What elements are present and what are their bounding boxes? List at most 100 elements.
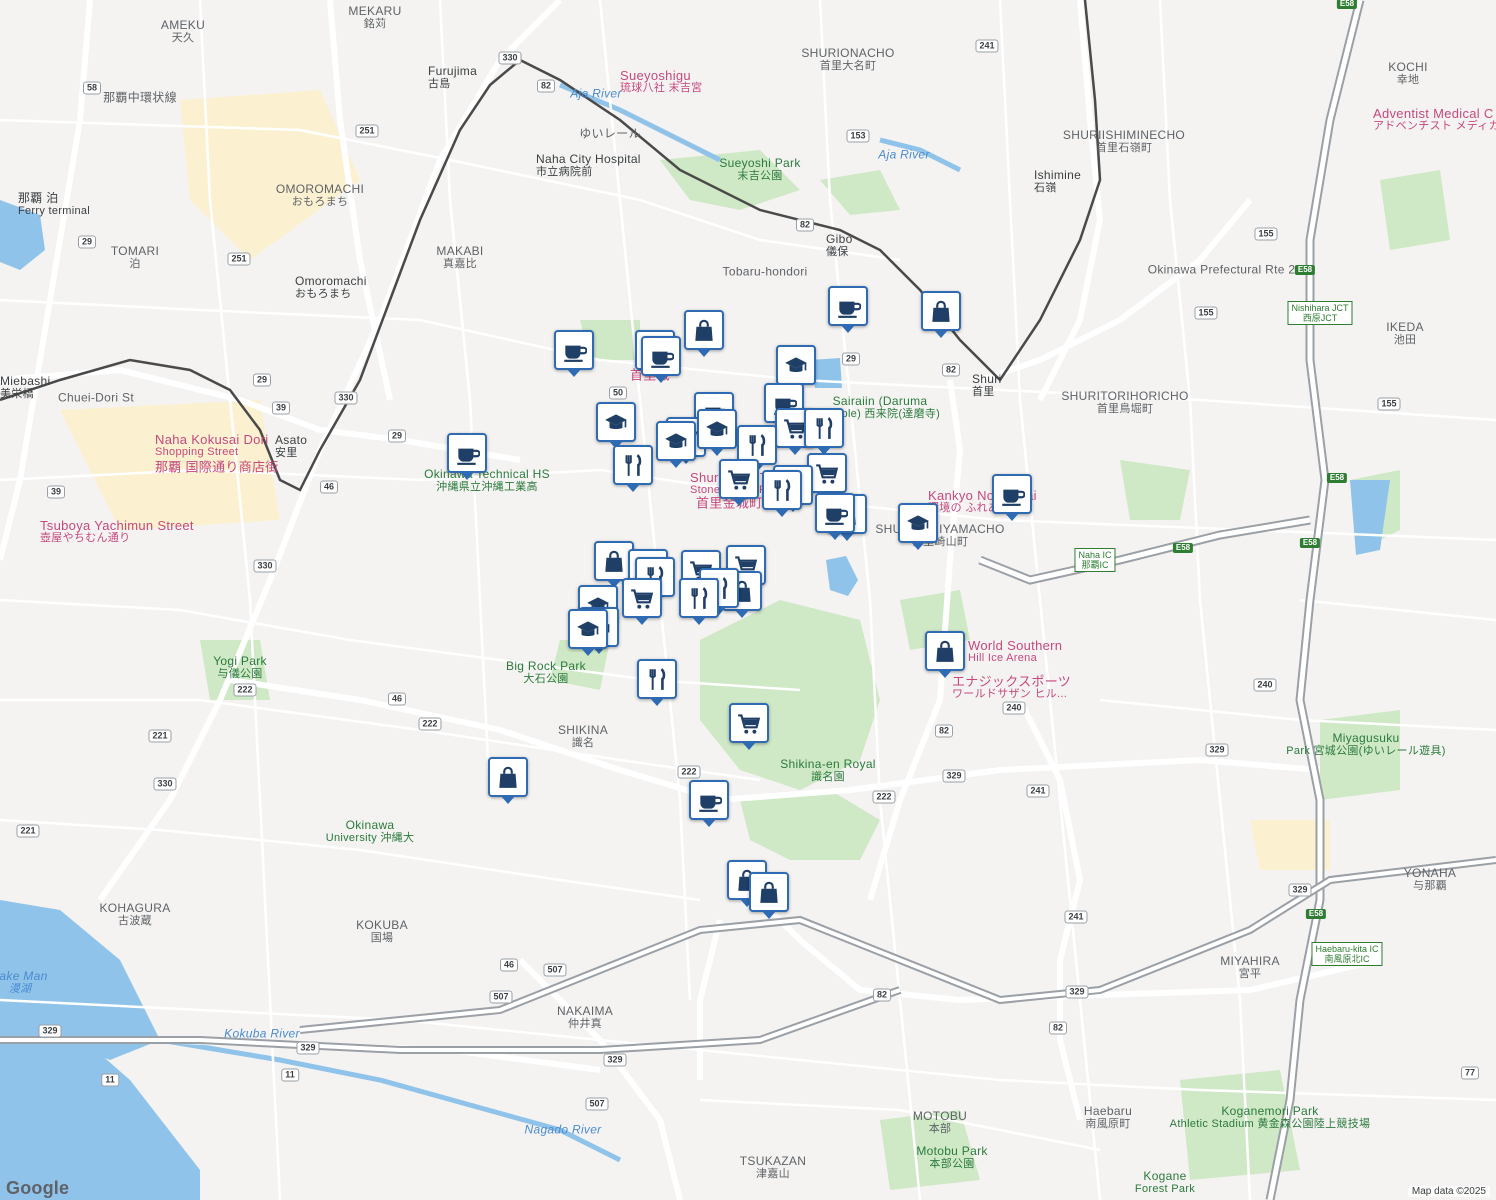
map-label-asato[interactable]: Asato 安里 xyxy=(275,434,307,460)
grocery-marker[interactable] xyxy=(622,578,662,618)
cafe-marker[interactable] xyxy=(815,493,855,533)
route-shield-155: 155 xyxy=(1377,397,1401,411)
route-shield-241: 241 xyxy=(1064,910,1088,924)
shop-marker[interactable] xyxy=(488,757,528,797)
route-shield-222: 222 xyxy=(872,790,896,804)
route-shield-29: 29 xyxy=(77,235,97,249)
map-label-lake-man: Lake Man漫湖 xyxy=(0,969,48,996)
shop-icon xyxy=(932,300,950,322)
map-label-big-rock-park[interactable]: Big Rock Park 大石公園 xyxy=(506,660,586,686)
restaurant-marker[interactable] xyxy=(762,470,802,510)
map-label-motobu-park[interactable]: Motobu Park 本部公園 xyxy=(916,1145,987,1171)
junction-label: Naha IC 那覇IC xyxy=(1074,548,1116,572)
shop-icon xyxy=(936,640,954,662)
route-shield-11: 11 xyxy=(101,1073,119,1087)
route-shield-330: 330 xyxy=(334,391,358,405)
route-shield-46: 46 xyxy=(499,958,519,972)
grocery-marker[interactable] xyxy=(807,453,847,493)
map-label-naha-chukan: 那覇中環状線 xyxy=(103,90,177,105)
map-label-tsuboya[interactable]: Tsuboya Yachimun Street 壺屋やちむん通り xyxy=(40,519,194,545)
route-shield-82: 82 xyxy=(872,988,892,1002)
cafe-marker[interactable] xyxy=(641,336,681,376)
map-label-yogi-park[interactable]: Yogi Park 与儀公園 xyxy=(213,655,267,681)
cafe-marker[interactable] xyxy=(689,780,729,820)
route-shield-507: 507 xyxy=(489,990,513,1004)
map-canvas[interactable]: AMEKU 天久 MEKARU 銘苅 SHURIONACHO 首里大名町 KOCHI 幸地 OM… xyxy=(0,0,1496,1200)
restaurant-marker[interactable] xyxy=(679,578,719,618)
cafe-marker[interactable] xyxy=(828,286,868,326)
school-icon xyxy=(706,421,728,437)
map-label-furujima[interactable]: Furujima 古島 xyxy=(428,65,477,91)
map-label-shuri-stn[interactable]: Shuri 首里 xyxy=(972,373,1002,399)
map-label-shikina-en[interactable]: Shikina-en Royal 識名園 xyxy=(780,758,876,784)
map-label-koganemori[interactable]: Koganemori Park Athletic Stadium 黄金森公園陸上競… xyxy=(1170,1105,1371,1131)
shop-marker[interactable] xyxy=(921,291,961,331)
route-shield-330: 330 xyxy=(153,777,177,791)
school-marker[interactable] xyxy=(776,345,816,385)
route-shield-329: 329 xyxy=(603,1053,627,1067)
map-label-shurisakiyamacho: SHURISAKIYAMACHO 首里崎山町 xyxy=(875,522,1005,549)
map-label-world-southern[interactable]: World Southern Hill Ice Arena xyxy=(968,639,1062,665)
map-attribution[interactable]: Map data ©2025 xyxy=(1407,1186,1490,1197)
route-shield-77: 77 xyxy=(1460,1066,1480,1080)
map-label-kogane-forest[interactable]: Kogane Forest Park xyxy=(1135,1170,1195,1196)
shop-marker[interactable] xyxy=(749,872,789,912)
map-label-miyahira: MIYAHIRA 宮平 xyxy=(1220,954,1280,981)
grocery-icon xyxy=(728,470,751,490)
school-marker[interactable] xyxy=(656,421,696,461)
route-shield-50: 50 xyxy=(608,386,628,400)
map-label-kochi: KOCHI 幸地 xyxy=(1388,60,1428,87)
grocery-marker[interactable] xyxy=(729,703,769,743)
map-label-adventist[interactable]: Adventist Medical Cアドベンチスト メディカルセンター xyxy=(1373,107,1496,133)
school-marker[interactable] xyxy=(898,503,938,543)
restaurant-marker[interactable] xyxy=(804,408,844,448)
route-shield-29: 29 xyxy=(252,373,272,387)
cafe-marker[interactable] xyxy=(992,474,1032,514)
map-label-ishimine[interactable]: Ishimine 石嶺 xyxy=(1034,169,1081,195)
route-shield-329: 329 xyxy=(1205,743,1229,757)
route-shield-240: 240 xyxy=(1253,678,1277,692)
map-label-miyagusuku[interactable]: Miyagusuku Park 宮城公園(ゆいレール遊具) xyxy=(1286,732,1445,758)
route-shield-329: 329 xyxy=(38,1024,62,1038)
restaurant-marker[interactable] xyxy=(637,659,677,699)
map-label-gibo[interactable]: Gibo 儀保 xyxy=(826,233,853,259)
map-label-aja-river-1: Aja River xyxy=(570,86,622,101)
map-label-okinawa-pref-29: Okinawa Prefectural Rte 29 xyxy=(1147,262,1303,277)
route-shield-155: 155 xyxy=(1194,306,1218,320)
map-label-motobu: MOTOBU 本部 xyxy=(912,1109,968,1136)
map-label-kokusai-dori-jp[interactable]: 那覇 国際通り商店街 xyxy=(155,461,279,474)
map-label-omoromachi-stn[interactable]: Omoromachi おもろまち xyxy=(295,275,367,301)
map-label-naha-tomari[interactable]: 那覇 泊 Ferry terminal xyxy=(18,192,90,218)
grocery-marker[interactable] xyxy=(719,459,759,499)
cafe-icon xyxy=(1002,489,1025,506)
route-shield-251: 251 xyxy=(355,124,379,138)
school-marker[interactable] xyxy=(697,409,737,449)
map-label-sueyoshi-park[interactable]: Sueyoshi Park 末吉公園 xyxy=(719,157,800,183)
map-label-okinawa-technical[interactable]: Okinawa Technical HS 沖縄県立沖縄工業高 xyxy=(424,468,550,494)
route-shield-329: 329 xyxy=(296,1041,320,1055)
route-shield-222: 222 xyxy=(418,717,442,731)
shop-marker[interactable] xyxy=(925,631,965,671)
shop-marker[interactable] xyxy=(684,310,724,350)
route-shield-58: 58 xyxy=(82,81,102,95)
school-marker[interactable] xyxy=(568,609,608,649)
map-label-okinawa-univ[interactable]: Okinawa University 沖縄大 xyxy=(326,819,415,845)
route-shield-221: 221 xyxy=(16,824,40,838)
grocery-icon xyxy=(631,589,654,609)
map-label-world-southern-jp[interactable]: エナジックスポーツ ワールドサザン ヒル... xyxy=(952,675,1071,701)
map-label-miebashi[interactable]: Miebashi 美栄橋 xyxy=(0,375,50,401)
cafe-marker[interactable] xyxy=(447,433,487,473)
school-icon xyxy=(665,433,687,449)
map-label-sueyoshigu[interactable]: Sueyoshigu 琉球八社 末吉宮 xyxy=(620,69,702,95)
cafe-icon xyxy=(838,301,861,318)
map-label-naha-city-hospital[interactable]: Naha City Hospital 市立病院前 xyxy=(536,153,641,179)
restaurant-icon xyxy=(649,668,666,690)
route-shield-241: 241 xyxy=(1026,784,1050,798)
restaurant-marker[interactable] xyxy=(613,445,653,485)
cafe-marker[interactable] xyxy=(554,330,594,370)
route-shield-329: 329 xyxy=(942,769,966,783)
school-marker[interactable] xyxy=(596,402,636,442)
route-shield-82: 82 xyxy=(934,724,954,738)
map-label-kokusai-dori[interactable]: Naha Kokusai Dori Shopping Street xyxy=(155,433,269,459)
grocery-icon xyxy=(816,464,839,484)
